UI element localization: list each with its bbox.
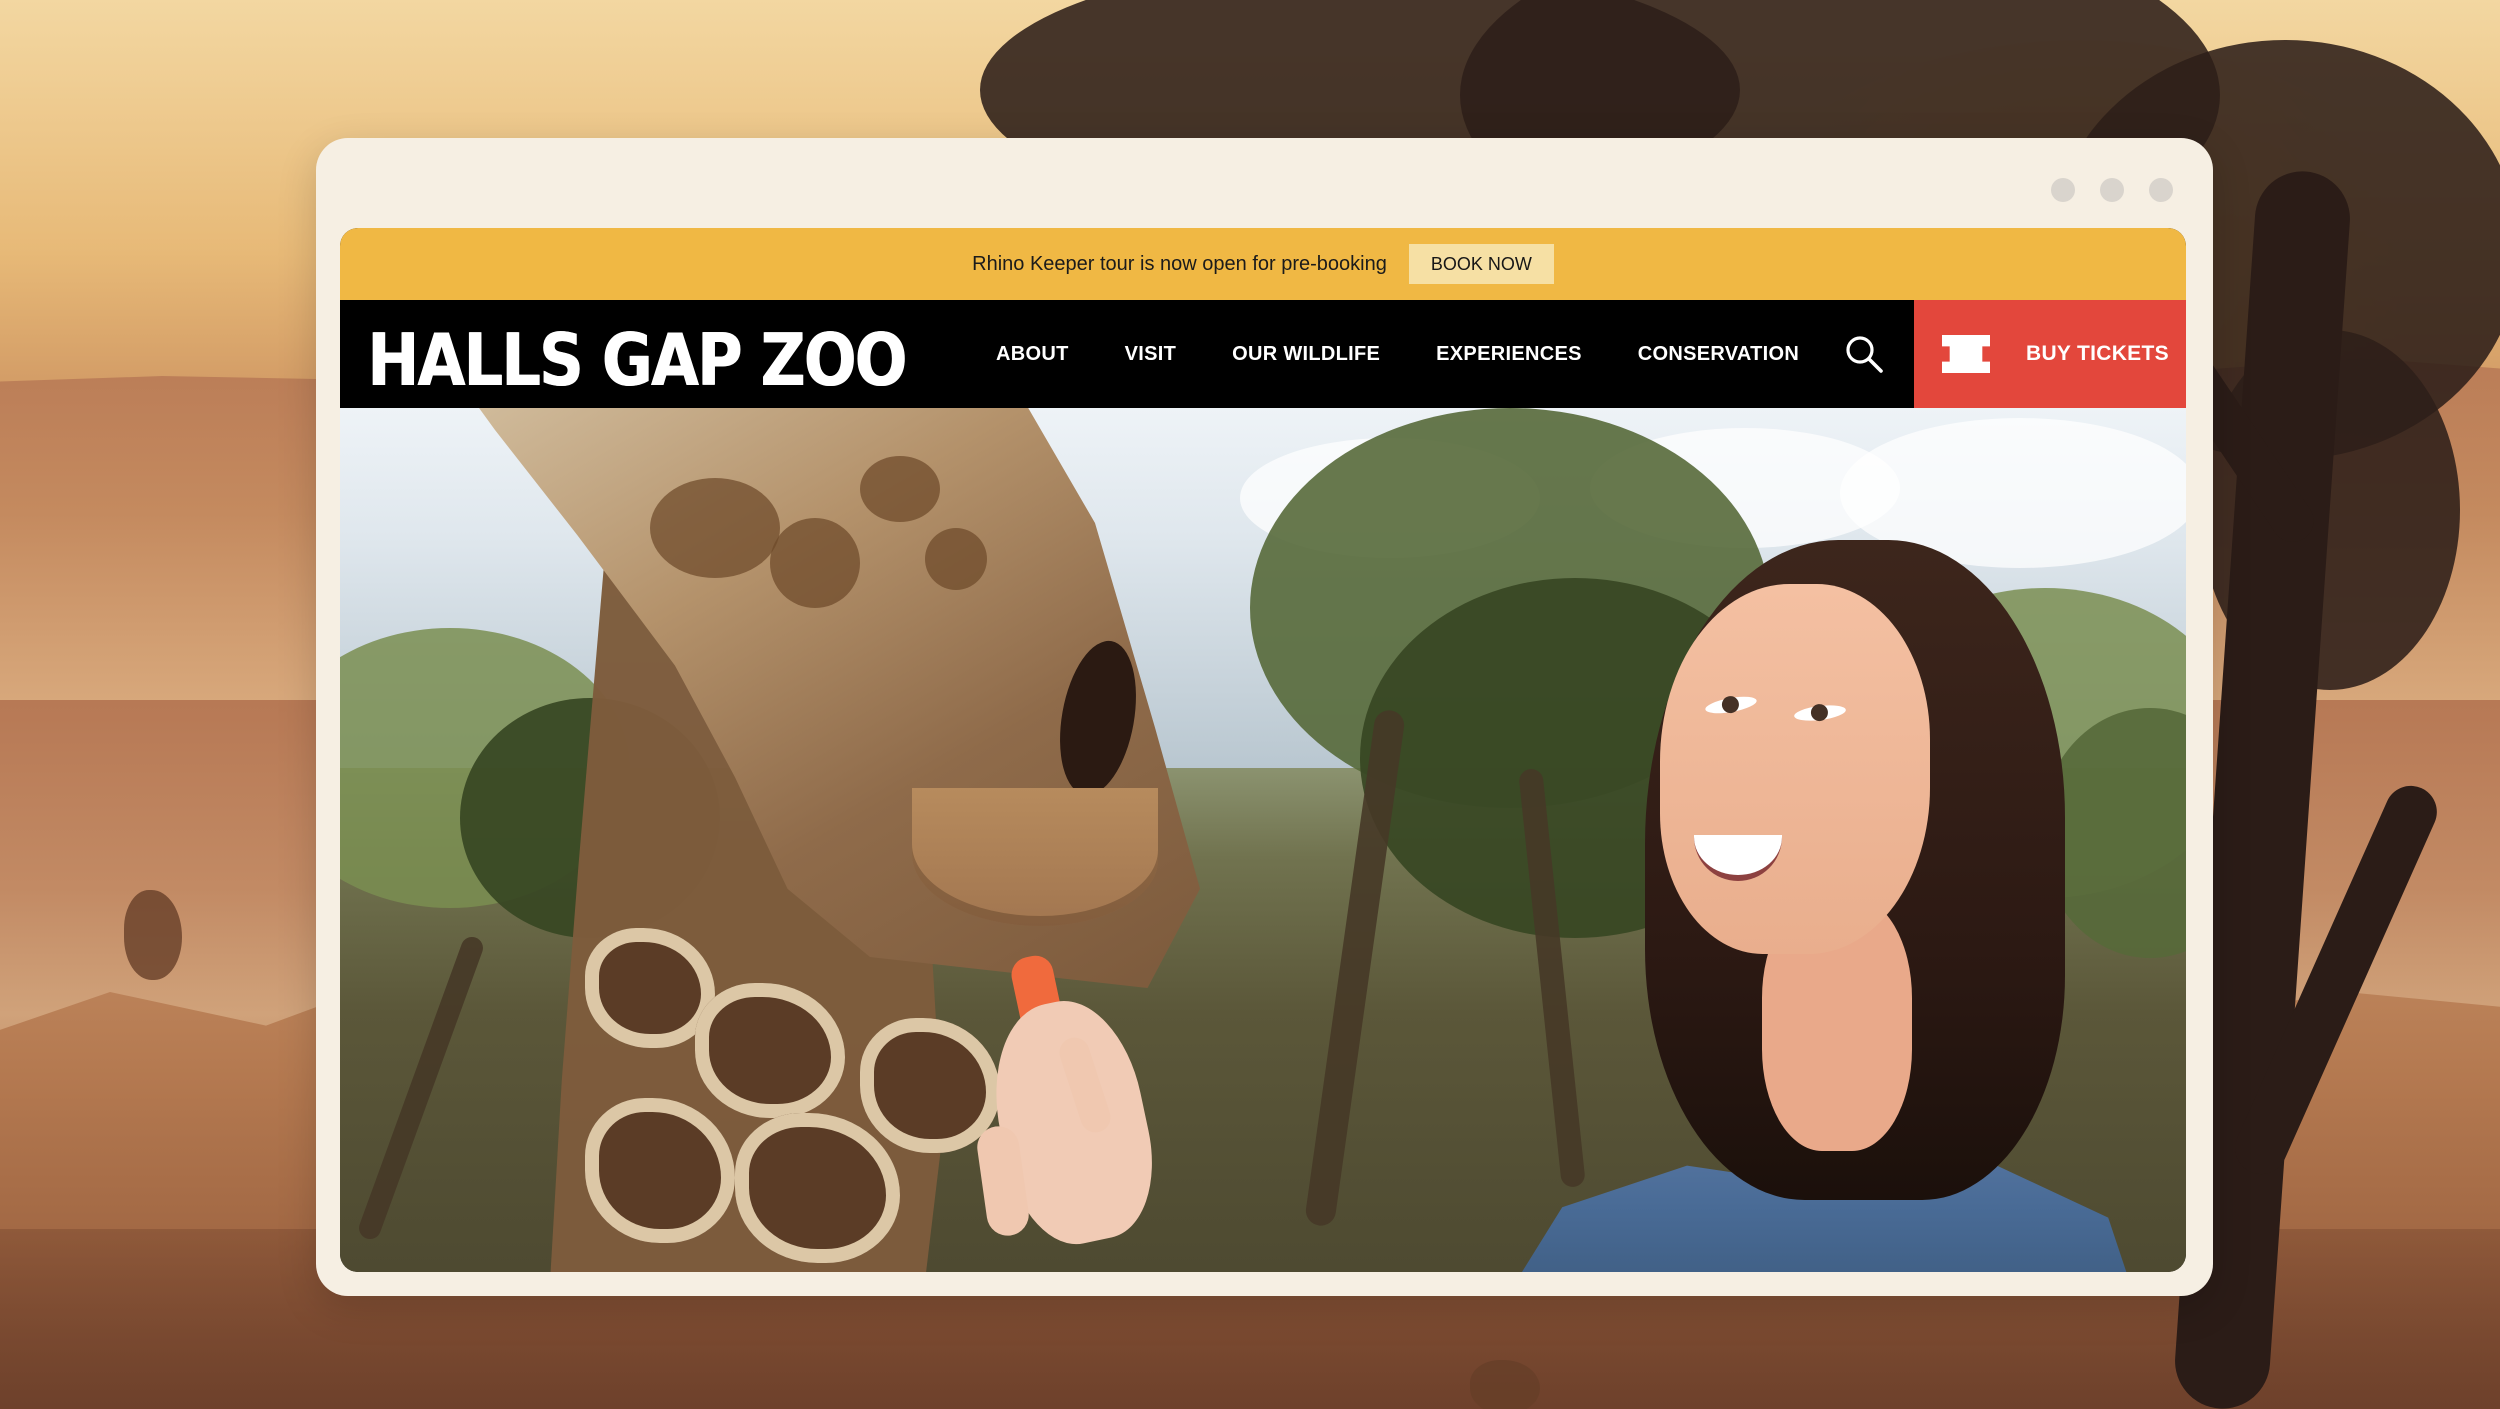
main-navigation: HALLS GAP ZOO ABOUT VISIT OUR WILDLIFE E… [340, 300, 2186, 408]
giraffe-spot [925, 528, 987, 590]
zoo-website: Rhino Keeper tour is now open for pre-bo… [340, 228, 2186, 1272]
nav-about[interactable]: ABOUT [996, 343, 1069, 366]
window-dot-2[interactable] [2100, 178, 2124, 202]
small-distant-tree [124, 890, 182, 980]
tree-branch [1303, 708, 1407, 1228]
desktop-background: Rhino Keeper tour is now open for pre-bo… [0, 0, 2500, 1409]
buy-tickets-button[interactable]: BUY TICKETS [1914, 300, 2186, 408]
giraffe-spot [860, 456, 940, 522]
halls-gap-zoo-logo[interactable]: HALLS GAP ZOO [367, 318, 907, 402]
nav-visit[interactable]: VISIT [1125, 343, 1177, 366]
giraffe-spot [650, 478, 780, 578]
hero-image [340, 408, 2186, 1272]
tree-branch [355, 933, 487, 1243]
nav-menu: ABOUT VISIT OUR WILDLIFE EXPERIENCES CON… [996, 300, 1799, 408]
announcement-text: Rhino Keeper tour is now open for pre-bo… [972, 252, 1387, 275]
browser-window: Rhino Keeper tour is now open for pre-bo… [316, 138, 2213, 1296]
buy-tickets-label: BUY TICKETS [2026, 342, 2169, 365]
nav-conservation[interactable]: CONSERVATION [1638, 343, 1799, 366]
window-dot-1[interactable] [2051, 178, 2075, 202]
search-icon[interactable] [1842, 332, 1886, 376]
nav-our-wildlife[interactable]: OUR WILDLIFE [1232, 343, 1380, 366]
giraffe-pattern [860, 1018, 1000, 1153]
ticket-icon [1942, 335, 1990, 373]
window-controls [2051, 178, 2173, 202]
window-dot-3[interactable] [2149, 178, 2173, 202]
nav-experiences[interactable]: EXPERIENCES [1436, 343, 1582, 366]
search-icon [1846, 336, 1883, 373]
woman-face [1660, 584, 1930, 954]
book-now-button[interactable]: BOOK NOW [1408, 244, 1554, 284]
announcement-bar: Rhino Keeper tour is now open for pre-bo… [340, 228, 2186, 300]
giraffe-spot [770, 518, 860, 608]
